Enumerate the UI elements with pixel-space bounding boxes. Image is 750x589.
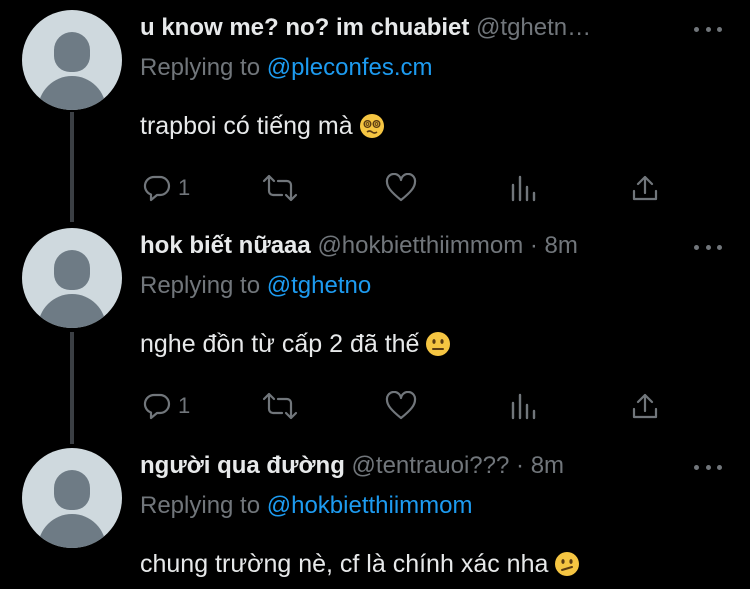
replying-to: Replying to @hokbietthiimmom (140, 488, 473, 524)
analytics-icon (511, 175, 536, 202)
tweet-body: nghe đồn từ cấp 2 đã thế (140, 330, 420, 358)
tweet-text: nghe đồn từ cấp 2 đã thế (140, 324, 451, 369)
reply-icon (143, 175, 171, 202)
timestamp[interactable]: 8m (545, 232, 578, 259)
reply-button[interactable]: 1 (142, 388, 190, 424)
more-options-icon[interactable] (694, 236, 722, 258)
share-button[interactable] (631, 170, 659, 206)
reply-button[interactable]: 1 (142, 170, 190, 206)
avatar-placeholder-icon (54, 250, 90, 290)
like-button[interactable] (385, 388, 417, 424)
reply-icon (143, 393, 171, 420)
avatar[interactable] (22, 10, 122, 110)
tweet-header: hok biết nữaaa @hokbietthiimmom · 8m (140, 228, 690, 264)
more-options-icon[interactable] (694, 456, 722, 478)
replying-to-label: Replying to (140, 492, 261, 519)
share-button[interactable] (631, 388, 659, 424)
analytics-button[interactable] (509, 388, 537, 424)
avatar-placeholder-icon (54, 470, 90, 510)
timestamp[interactable]: 8m (531, 452, 564, 479)
tweet-body: chung trường nè, cf là chính xác nha (140, 550, 549, 578)
action-bar: 1 (140, 388, 670, 428)
tweet-text: chung trường nè, cf là chính xác nha (140, 544, 580, 589)
user-handle[interactable]: @tentrauoi??? (352, 452, 510, 479)
share-icon (632, 393, 658, 419)
retweet-icon (262, 392, 298, 420)
confused-face-emoji-icon (554, 549, 580, 589)
tweet-text: trapboi có tiếng mà (140, 106, 385, 151)
action-bar: 1 (140, 170, 670, 210)
heart-icon (385, 391, 417, 420)
separator-dot: · (516, 452, 525, 479)
display-name[interactable]: u know me? no? im chuabiet (140, 14, 469, 41)
retweet-button[interactable] (262, 170, 298, 206)
thread-line (70, 112, 74, 222)
share-icon (632, 175, 658, 201)
like-button[interactable] (385, 170, 417, 206)
avatar[interactable] (22, 228, 122, 328)
reply-count: 1 (178, 393, 191, 418)
retweet-button[interactable] (262, 388, 298, 424)
replying-to-mention[interactable]: @tghetno (267, 272, 371, 299)
woozy-face-emoji-icon (359, 111, 385, 151)
avatar[interactable] (22, 448, 122, 548)
reply-count: 1 (178, 175, 191, 200)
thread-line (70, 332, 74, 444)
retweet-icon (262, 174, 298, 202)
display-name[interactable]: người qua đường (140, 452, 345, 479)
user-handle[interactable]: @hokbietthiimmom (317, 232, 523, 259)
replying-to-label: Replying to (140, 54, 261, 81)
replying-to-label: Replying to (140, 272, 261, 299)
neutral-face-emoji-icon (425, 329, 451, 369)
display-name[interactable]: hok biết nữaaa (140, 232, 311, 259)
analytics-button[interactable] (509, 170, 537, 206)
analytics-icon (511, 393, 536, 420)
heart-icon (385, 173, 417, 202)
tweet-header: người qua đường @tentrauoi??? · 8m (140, 448, 690, 484)
tweet-header: u know me? no? im chuabiet @tghetn… (140, 10, 690, 46)
tweet-body: trapboi có tiếng mà (140, 112, 353, 140)
replying-to: Replying to @pleconfes.cm (140, 50, 433, 86)
replying-to-mention[interactable]: @hokbietthiimmom (267, 492, 473, 519)
user-handle[interactable]: @tghetn… (476, 14, 591, 41)
replying-to-mention[interactable]: @pleconfes.cm (267, 54, 433, 81)
more-options-icon[interactable] (694, 18, 722, 40)
replying-to: Replying to @tghetno (140, 268, 371, 304)
separator-dot: · (529, 232, 538, 259)
avatar-placeholder-icon (54, 32, 90, 72)
